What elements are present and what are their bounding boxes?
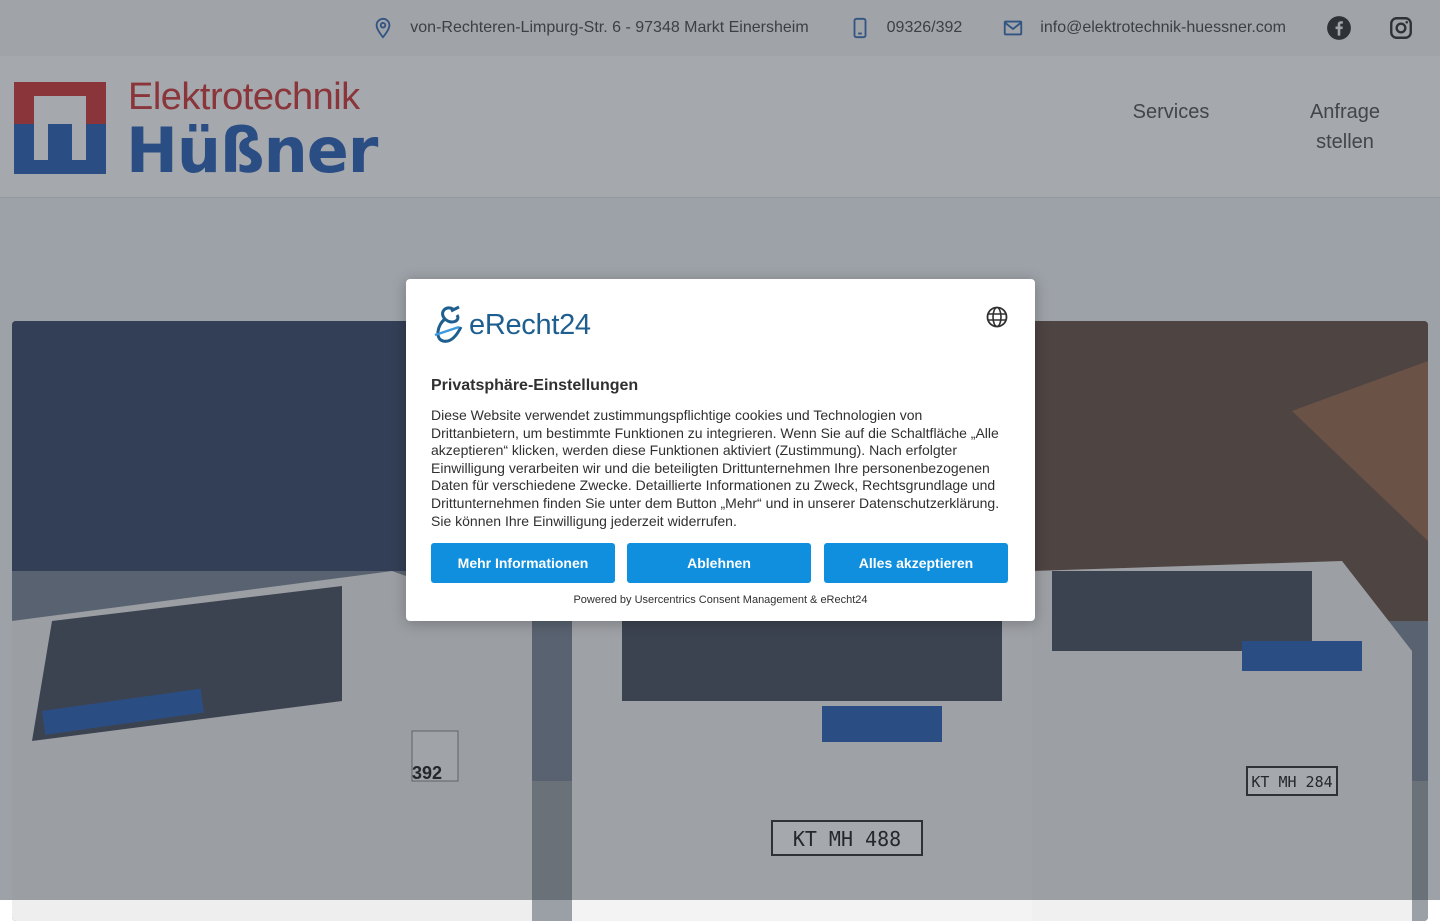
more-info-button[interactable]: Mehr Informationen <box>431 543 615 583</box>
erecht24-logo: eRecht24 <box>431 303 601 347</box>
erecht24-brand-text: eRecht24 <box>469 308 591 341</box>
erecht24-logo-icon <box>434 305 463 343</box>
consent-text: Diese Website verwendet zustimmungspflic… <box>431 407 1000 529</box>
consent-title: Privatsphäre-Einstellungen <box>431 377 639 394</box>
consent-dialog: eRecht24 Privatsphäre-Einstellungen Dies… <box>406 279 1035 621</box>
accept-all-button[interactable]: Alles akzeptieren <box>824 543 1008 583</box>
deny-button[interactable]: Ablehnen <box>627 543 811 583</box>
globe-icon[interactable] <box>985 305 1009 329</box>
powered-by-text: Powered by Usercentrics Consent Manageme… <box>573 594 868 606</box>
